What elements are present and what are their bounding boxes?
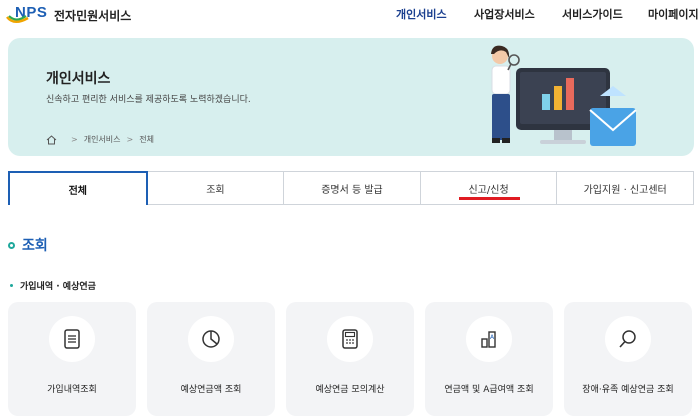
nav-personal-service[interactable]: 개인서비스 [396, 6, 447, 22]
nav-service-guide[interactable]: 서비스가이드 [562, 6, 623, 22]
site-logo[interactable]: NPS 전자민원서비스 [6, 4, 131, 26]
tab-certificate[interactable]: 증명서 등 발급 [284, 171, 421, 204]
calculator-icon [342, 329, 358, 349]
card-enrollment-history[interactable]: 가입내역조회 [8, 302, 136, 416]
breadcrumb-separator-icon: > [126, 135, 134, 144]
home-icon[interactable] [46, 134, 57, 145]
section-title-text: 조회 [22, 238, 48, 254]
tab-inquiry-label: 조회 [206, 184, 225, 196]
card-label: 예상연금 모의계산 [315, 385, 385, 395]
nav-my-page[interactable]: 마이페이지 [648, 6, 699, 22]
card-icon-circle [327, 316, 373, 362]
tab-all-label: 전체 [68, 185, 87, 197]
tab-inquiry[interactable]: 조회 [147, 171, 285, 204]
section-title: 조회 [8, 235, 48, 255]
card-label: 예상연금액 조회 [180, 385, 242, 395]
logo-swoosh-icon [6, 15, 29, 23]
magnifier-icon [619, 330, 636, 348]
card-icon-circle: A [466, 316, 512, 362]
card-label: 연금액 및 A급여액 조회 [444, 385, 534, 395]
card-label: 가입내역조회 [47, 385, 97, 395]
card-icon-circle [605, 316, 651, 362]
banner-illustration-icon [491, 45, 637, 146]
breadcrumb-item-current: 전체 [139, 135, 154, 144]
banner-subtitle: 신속하고 편리한 서비스를 제공하도록 노력하겠습니다. [46, 95, 251, 105]
banner-title: 개인서비스 [46, 71, 111, 87]
breadcrumb-separator-icon: > [71, 135, 78, 144]
card-icon-circle [188, 316, 234, 362]
tab-hover-underline [458, 197, 521, 200]
subsection-title-text: 가입내역 · 예상연금 [20, 282, 96, 292]
site-name: 전자민원서비스 [54, 8, 132, 23]
hero-banner: 개인서비스 신속하고 편리한 서비스를 제공하도록 노력하겠습니다. > 개인서… [8, 38, 694, 156]
breadcrumb-item-personal[interactable]: 개인서비스 [84, 134, 121, 145]
tab-report-apply-label: 신고/신청 [468, 184, 509, 196]
subsection-title: 가입내역 · 예상연금 [10, 279, 96, 292]
card-expected-pension[interactable]: 예상연금액 조회 [147, 302, 275, 416]
breadcrumb: > 개인서비스 > 전체 [46, 134, 154, 145]
nav-business-service[interactable]: 사업장서비스 [474, 6, 535, 22]
category-tabs: 전체 조회 증명서 등 발급 신고/신청 가입지원 · 신고센터 [8, 171, 694, 205]
card-label: 장애·유족 예상연금 조회 [582, 385, 674, 395]
top-header: NPS 전자민원서비스 개인서비스 사업장서비스 서비스가이드 마이페이지 [0, 0, 700, 30]
section-ring-icon [8, 241, 15, 249]
card-disability-survivor-pension[interactable]: 장애·유족 예상연금 조회 [564, 302, 692, 416]
card-pension-amount[interactable]: A 연금액 및 A급여액 조회 [425, 302, 553, 416]
tab-support-center-label: 가입지원 · 신고센터 [583, 184, 667, 196]
tab-all[interactable]: 전체 [8, 171, 148, 205]
card-icon-circle [49, 316, 95, 362]
pie-chart-icon [202, 330, 220, 348]
tab-report-apply[interactable]: 신고/신청 [420, 171, 558, 204]
card-pension-simulation[interactable]: 예상연금 모의계산 [286, 302, 414, 416]
bar-chart-icon: A [481, 331, 496, 348]
svg-text:A: A [490, 334, 495, 341]
nps-logo-mark: NPS [6, 4, 47, 26]
tab-support-center[interactable]: 가입지원 · 신고센터 [557, 171, 694, 204]
bullet-icon [10, 284, 13, 287]
tab-certificate-label: 증명서 등 발급 [321, 184, 383, 196]
document-icon [64, 329, 80, 349]
